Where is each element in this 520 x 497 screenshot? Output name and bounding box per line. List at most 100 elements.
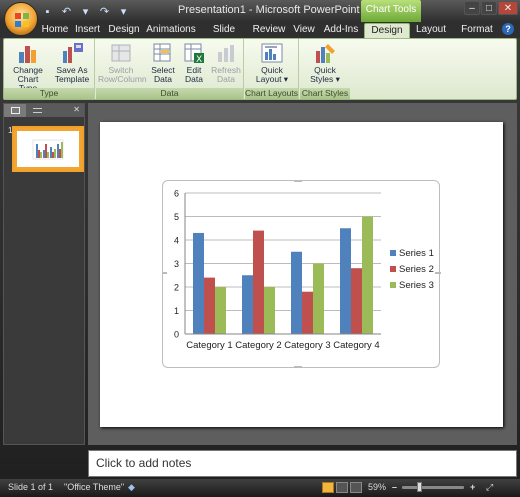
chart-tools-label: Chart Tools (361, 0, 421, 22)
outline-tab-icon (32, 108, 42, 113)
switch-row-column-button[interactable]: Switch Row/Column (98, 42, 147, 84)
bar-2-3 (302, 291, 313, 334)
legend-label-2: Series 2 (399, 264, 434, 275)
save-icon[interactable]: ▪ (40, 4, 55, 19)
y-tick-label: 6 (174, 189, 179, 199)
tab-home[interactable]: Home (40, 23, 70, 38)
svg-text:X: X (196, 55, 202, 64)
tab-slide-show[interactable]: Slide Show (199, 23, 249, 49)
tab-view[interactable]: View (289, 23, 319, 38)
theme-name: "Office Theme" (64, 482, 125, 492)
slides-tab-icon (10, 107, 20, 114)
title-bar: ▪ ↶ ▾ ↷ ▾ Presentation1 - Microsoft PowerPoi… (0, 0, 520, 22)
office-button[interactable] (4, 2, 38, 36)
chart-object[interactable]: 0 1 2 3 4 5 6 Category 1 Category 2 Category 3 Cat… (162, 180, 441, 368)
bar-2-1 (204, 277, 215, 334)
bar-1-1 (193, 232, 204, 334)
group-data: Switch Row/Column Select Data X Edit Dat… (96, 39, 244, 99)
select-data-icon (153, 43, 171, 62)
save-as-template-button[interactable]: Save As Template (52, 42, 92, 84)
bar-1-4 (340, 228, 351, 334)
y-tick-label: 4 (174, 236, 179, 246)
fit-to-window-icon[interactable]: ⤢ (486, 482, 493, 493)
slide-thumbnail-content (17, 131, 79, 167)
minimize-button[interactable]: – (464, 1, 480, 15)
y-tick-label: 5 (174, 212, 179, 222)
spelling-check-icon[interactable]: ◆ (128, 482, 135, 493)
group-label-data: Data (96, 88, 243, 99)
bar-3-1 (215, 287, 226, 334)
qat-customize-icon[interactable]: ▾ (116, 4, 131, 19)
resize-handle (163, 272, 167, 274)
tab-insert[interactable]: Insert (71, 23, 104, 38)
x-tick-label: Category 3 (284, 340, 330, 351)
legend-label-3: Series 3 (399, 280, 434, 291)
edit-data-icon: X (184, 43, 204, 64)
tab-format-chart[interactable]: Format (457, 23, 497, 38)
group-chart-styles: Quick Styles ▾ Chart Styles (300, 39, 350, 99)
edit-data-button[interactable]: X Edit Data (180, 42, 208, 84)
group-label-type: Type (4, 88, 94, 99)
switch-row-column-icon (111, 44, 131, 62)
ribbon: Change Chart Type Save As Template Type … (3, 38, 517, 100)
slides-tab[interactable] (4, 104, 26, 117)
slide-thumbnail[interactable] (12, 126, 84, 172)
slide-indicator: Slide 1 of 1 (8, 482, 54, 492)
zoom-level[interactable]: 59% (368, 482, 386, 492)
change-chart-type-button[interactable]: Change Chart Type (8, 42, 48, 93)
select-data-button[interactable]: Select Data (148, 42, 178, 84)
zoom-slider[interactable] (402, 486, 464, 489)
column-chart: 0 1 2 3 4 5 6 Category 1 Category 2 Category 3 Cat… (163, 181, 441, 368)
tab-review[interactable]: Review (251, 23, 287, 38)
powerpoint-window: ▪ ↶ ▾ ↷ ▾ Presentation1 - Microsoft PowerPoi… (0, 0, 520, 497)
help-icon[interactable]: ? (502, 23, 514, 35)
tab-animations[interactable]: Animations (145, 23, 197, 38)
legend-label-1: Series 1 (399, 248, 434, 259)
legend-swatch-1 (390, 250, 396, 256)
close-pane-button[interactable]: ✕ (48, 104, 84, 117)
slide-canvas[interactable]: 0 1 2 3 4 5 6 Category 1 Category 2 Category 3 Cat… (100, 122, 503, 427)
maximize-button[interactable]: □ (481, 1, 497, 15)
close-button[interactable]: ✕ (498, 1, 518, 15)
bar-3-4 (362, 216, 373, 334)
refresh-data-icon (218, 45, 234, 62)
refresh-data-button[interactable]: Refresh Data (209, 42, 243, 84)
zoom-slider-thumb[interactable] (417, 482, 422, 492)
undo-dropdown-icon[interactable]: ▾ (78, 4, 93, 19)
notes-pane[interactable]: Click to add notes (88, 450, 517, 477)
slide-show-view-button[interactable] (350, 482, 362, 493)
outline-tab[interactable] (26, 104, 48, 117)
group-type: Change Chart Type Save As Template Type (4, 39, 95, 99)
chart-type-icon (19, 46, 36, 63)
group-chart-layouts: Quick Layout ▾ Chart Layouts (245, 39, 299, 99)
y-tick-label: 3 (174, 259, 179, 269)
zoom-in-button[interactable]: + (470, 482, 475, 492)
tab-design[interactable]: Design (105, 23, 143, 38)
window-controls: – □ ✕ (464, 1, 518, 15)
office-logo-icon (15, 13, 29, 27)
quick-styles-icon (316, 44, 335, 63)
undo-icon[interactable]: ↶ (59, 4, 74, 19)
bar-3-3 (313, 263, 324, 334)
tab-add-ins[interactable]: Add-Ins (321, 23, 361, 38)
tab-design-chart[interactable]: Design (364, 23, 410, 38)
normal-view-button[interactable] (322, 482, 334, 493)
zoom-out-button[interactable]: – (392, 482, 397, 492)
slide-sorter-view-button[interactable] (336, 482, 348, 493)
template-icon (63, 43, 83, 63)
y-tick-label: 1 (174, 306, 179, 316)
quick-styles-button[interactable]: Quick Styles ▾ (304, 42, 346, 84)
bar-1-2 (242, 275, 253, 334)
legend-swatch-2 (390, 266, 396, 272)
x-tick-label: Category 1 (186, 340, 232, 351)
tab-layout-chart[interactable]: Layout (411, 23, 451, 38)
notes-placeholder: Click to add notes (96, 456, 192, 470)
status-bar: Slide 1 of 1 "Office Theme" ◆ 59% – + ⤢ (0, 479, 520, 497)
redo-icon[interactable]: ↷ (97, 4, 112, 19)
legend-swatch-3 (390, 282, 396, 288)
resize-handle (294, 366, 302, 368)
bar-2-4 (351, 268, 362, 334)
y-tick-label: 2 (174, 283, 179, 293)
x-tick-label: Category 2 (235, 340, 281, 351)
quick-layout-button[interactable]: Quick Layout ▾ (251, 42, 293, 84)
